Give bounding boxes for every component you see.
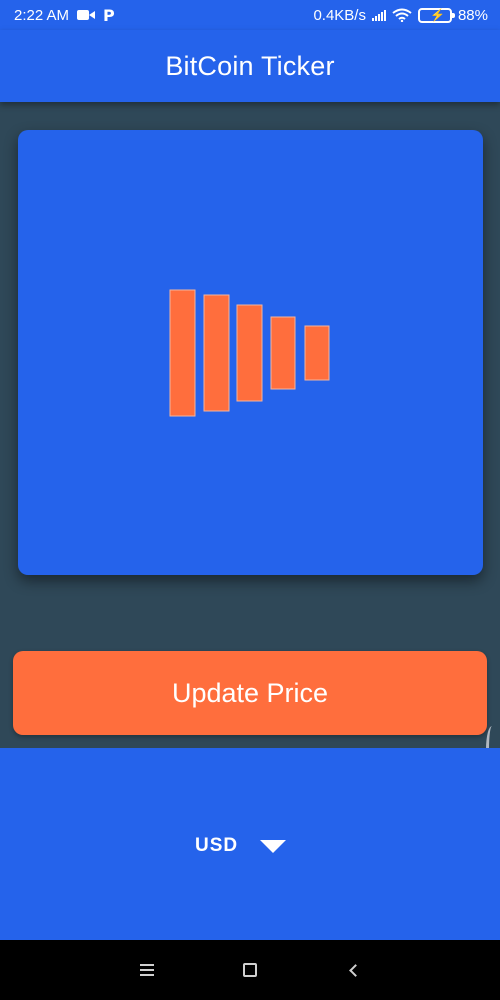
signal-icon [371,9,386,21]
network-speed: 0.4KB/s [313,6,366,24]
status-bar: 2:22 AM P 0.4KB/s ⚡ 88% [0,0,500,30]
menu-icon[interactable] [135,958,159,982]
p-notification-icon: P [103,5,115,25]
wifi-icon [392,8,412,22]
currency-dropdown[interactable]: USD [190,828,310,864]
price-card [18,130,483,575]
app-bar: BitCoin Ticker [0,30,500,102]
logo-bar-5 [304,325,330,381]
status-left: 2:22 AM P [14,6,115,25]
logo-bar-2 [203,294,230,412]
currency-selected-value: USD [195,835,239,856]
home-icon[interactable] [238,958,262,982]
logo-bar-4 [270,316,296,390]
system-nav-bar [0,940,500,1000]
update-price-button[interactable]: Update Price [13,651,487,735]
currency-panel: USD [0,748,500,940]
status-right: 0.4KB/s ⚡ 88% [313,7,488,24]
battery-charging-icon: ⚡ [417,7,455,23]
video-camera-icon [77,9,96,21]
bar-chart-logo-icon [169,289,330,417]
dropdown-triangle-icon [260,839,287,853]
app-title: BitCoin Ticker [165,50,335,81]
battery-level: 88% [457,6,488,24]
status-time: 2:22 AM [14,6,70,24]
back-icon[interactable] [343,958,367,982]
logo-bar-1 [169,289,196,417]
logo-bar-3 [236,304,263,402]
